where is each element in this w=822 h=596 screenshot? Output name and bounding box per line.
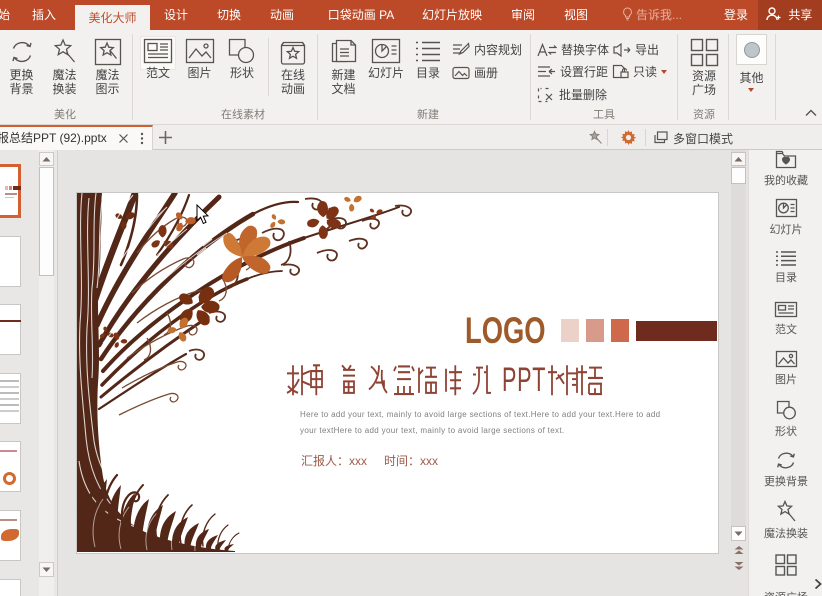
svg-text:PPT: PPT: [502, 363, 546, 400]
